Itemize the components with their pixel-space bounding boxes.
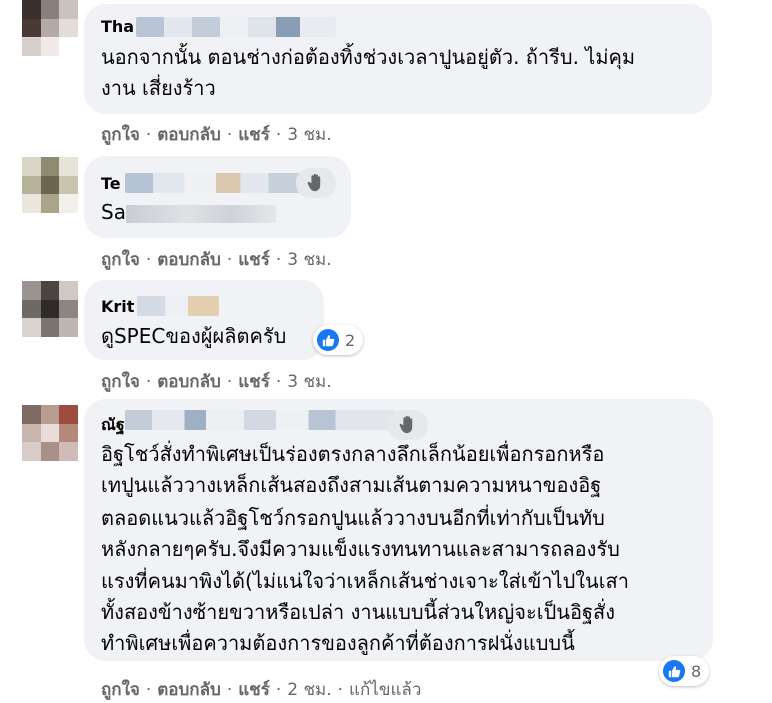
comment-text-line: ทำพิเศษเพื่อความต้องการของลูกค้าที่ต้องก… — [101, 631, 575, 655]
comment-author[interactable]: Te — [101, 174, 121, 193]
blurred-text — [125, 204, 276, 223]
comment-text-line: ทั้งสองข้างซ้ายขวาหรือเปล่า งานแบบนี้ส่ว… — [101, 600, 615, 624]
avatar[interactable] — [22, 281, 78, 337]
comment-author[interactable]: ณัฐ — [101, 413, 125, 438]
timestamp[interactable]: 2 ชม. — [287, 680, 331, 700]
comment-actions: ถูกใจ · ตอบกลับ · แชร์ · 3 ชม. — [101, 372, 332, 392]
comment-text-line: หลังกลายๆครับ.จึงมีความแข็งแรงทนทานและสา… — [101, 537, 620, 561]
blurred-name — [125, 410, 395, 430]
comment-text-line: ดูSPECของผู้ผลิตครับ — [101, 324, 287, 348]
reaction-count[interactable]: 2 — [313, 325, 364, 355]
share-link[interactable]: แชร์ — [238, 680, 270, 700]
avatar[interactable] — [22, 157, 78, 213]
share-link[interactable]: แชร์ — [238, 125, 270, 145]
timestamp[interactable]: 3 ชม. — [287, 125, 331, 145]
reply-link[interactable]: ตอบกลับ — [157, 372, 221, 392]
share-link[interactable]: แชร์ — [238, 250, 270, 270]
blurred-name — [125, 173, 300, 193]
comment-text-line: ตลอดแนวแล้วอิฐโชว์กรอกปูนแล้ววางบนอีกที่… — [101, 506, 605, 530]
reaction-number: 8 — [691, 661, 702, 681]
timestamp[interactable]: 3 ชม. — [287, 250, 331, 270]
wave-icon[interactable] — [296, 168, 336, 198]
comment-text-line: อิฐโชว์สั่งทำพิเศษเป็นร่องตรงกลางลึกเล็ก… — [101, 442, 605, 466]
comment-author[interactable]: Tha — [101, 17, 134, 36]
share-link[interactable]: แชร์ — [238, 372, 270, 392]
like-link[interactable]: ถูกใจ — [101, 372, 140, 392]
comment-author[interactable]: Krit — [101, 297, 134, 316]
comment-text-line: Sa — [101, 197, 276, 228]
blurred-name — [136, 17, 336, 37]
reaction-count[interactable]: 8 — [659, 656, 710, 686]
comment-actions: ถูกใจ · ตอบกลับ · แชร์ · 3 ชม. — [101, 125, 332, 145]
avatar[interactable] — [22, 0, 78, 56]
comment-text-line: นอกจากนั้น ตอนช่างก่อต้องทิ้งช่วงเวลาปูน… — [101, 45, 636, 69]
comment-text-line: เทปูนแล้ววางเหล็กเส้นสองถึงสามเส้นตามควา… — [101, 473, 602, 497]
blurred-name — [137, 296, 219, 316]
reply-link[interactable]: ตอบกลับ — [157, 250, 221, 270]
wave-icon[interactable] — [388, 410, 428, 440]
reaction-number: 2 — [345, 330, 356, 350]
comment-actions: ถูกใจ · ตอบกลับ · แชร์ · 3 ชม. — [101, 250, 332, 270]
like-icon — [663, 660, 685, 682]
edited-label: แก้ไขแล้ว — [349, 680, 422, 700]
comment-text-line: แรงที่คนมาพิงได้(ไม่แน่ใจว่าเหล็กเส้นช่า… — [101, 569, 629, 593]
like-icon — [317, 329, 339, 351]
like-link[interactable]: ถูกใจ — [101, 125, 140, 145]
timestamp[interactable]: 3 ชม. — [287, 372, 331, 392]
avatar[interactable] — [22, 405, 78, 461]
comment-actions: ถูกใจ · ตอบกลับ · แชร์ · 2 ชม. · แก้ไขแล้ว — [101, 680, 422, 700]
comment-text-line: งาน เสี่ยงร้าว — [101, 76, 216, 100]
like-link[interactable]: ถูกใจ — [101, 680, 140, 700]
like-link[interactable]: ถูกใจ — [101, 250, 140, 270]
reply-link[interactable]: ตอบกลับ — [157, 680, 221, 700]
reply-link[interactable]: ตอบกลับ — [157, 125, 221, 145]
